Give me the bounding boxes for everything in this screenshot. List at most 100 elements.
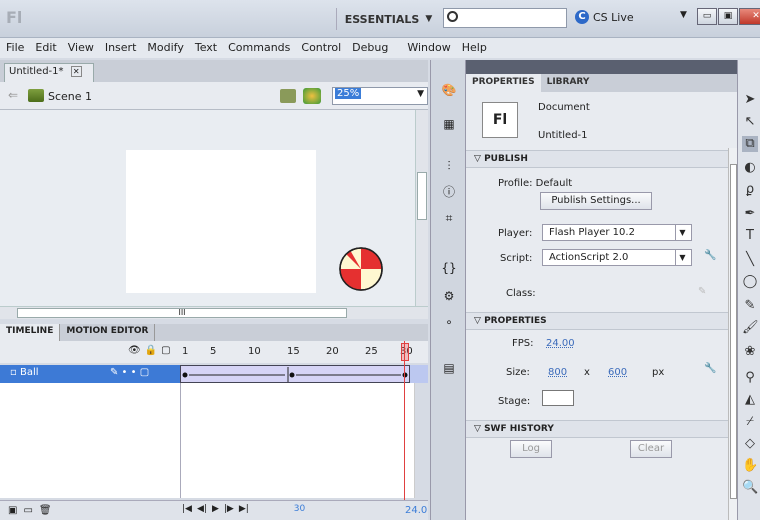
wrench-icon[interactable]: 🔧: [704, 363, 716, 374]
edit-symbols-icon[interactable]: [303, 88, 321, 104]
height-value[interactable]: 600: [608, 367, 627, 378]
publish-section-header[interactable]: ▽ PUBLISH: [466, 150, 728, 168]
actions-icon[interactable]: {}: [441, 260, 457, 276]
3d-rotation-tool-icon[interactable]: ◐: [742, 160, 758, 176]
cs-live-label: CS Live: [593, 10, 634, 24]
delete-icon[interactable]: 🗑: [39, 505, 52, 516]
menu-commands[interactable]: Commands: [222, 38, 295, 58]
menu-help[interactable]: Help: [456, 38, 492, 58]
ball-symbol[interactable]: [338, 246, 384, 292]
menu-edit[interactable]: Edit: [29, 38, 61, 58]
pen-tool-icon[interactable]: ✒: [742, 206, 758, 222]
menu-view[interactable]: View: [62, 38, 99, 58]
menu-modify[interactable]: Modify: [141, 38, 188, 58]
lock-icon[interactable]: 🔒: [145, 345, 157, 356]
step-forward-icon[interactable]: |▶: [224, 504, 234, 514]
properties-section-header[interactable]: ▽ PROPERTIES: [466, 312, 728, 330]
oval-tool-icon[interactable]: ◯: [742, 274, 758, 290]
stage-color-swatch[interactable]: [542, 390, 574, 406]
player-select[interactable]: Flash Player 10.2 ▼: [542, 224, 692, 241]
swf-history-section-header[interactable]: ▽ SWF HISTORY: [466, 420, 728, 438]
menu-control[interactable]: Control: [295, 38, 346, 58]
eraser-tool-icon[interactable]: ◇: [742, 436, 758, 452]
line-tool-icon[interactable]: ╲: [742, 252, 758, 268]
timeline-layers-area[interactable]: [0, 383, 415, 498]
properties-scrollbar[interactable]: [728, 148, 737, 520]
edit-scene-icon[interactable]: [280, 89, 296, 103]
tab-properties[interactable]: PROPERTIES: [466, 74, 541, 92]
selection-tool-icon[interactable]: ➤: [742, 92, 758, 108]
stage-area[interactable]: [0, 110, 415, 306]
cs-live-button[interactable]: C CS Live: [575, 10, 634, 24]
end-icon[interactable]: ▶|: [239, 504, 249, 514]
new-folder-icon[interactable]: ▭: [23, 505, 32, 516]
stage-vertical-scrollbar[interactable]: [415, 110, 428, 306]
back-arrow-icon[interactable]: ⇐: [8, 88, 18, 102]
free-transform-tool-icon[interactable]: ⧉: [742, 136, 758, 152]
menu-insert[interactable]: Insert: [99, 38, 142, 58]
scene-icon: [28, 89, 44, 102]
new-layer-icon[interactable]: ▣: [8, 505, 17, 516]
subselection-tool-icon[interactable]: ↖: [742, 114, 758, 130]
text-tool-icon[interactable]: T: [742, 228, 758, 244]
brush-tool-icon[interactable]: 🖌: [742, 320, 759, 336]
close-icon[interactable]: ✕: [70, 66, 82, 77]
color-icon[interactable]: 🎨: [441, 82, 457, 98]
close-button[interactable]: ✕: [739, 8, 760, 25]
menu-debug[interactable]: Debug: [346, 38, 393, 58]
script-select[interactable]: ActionScript 2.0 ▼: [542, 249, 692, 266]
components-icon[interactable]: ⚙: [441, 288, 457, 304]
eyedropper-tool-icon[interactable]: ⌿: [742, 414, 758, 430]
align-icon[interactable]: ⫶: [441, 158, 457, 174]
scrollbar-thumb[interactable]: III: [17, 308, 347, 318]
pencil-tool-icon[interactable]: ✎: [742, 298, 758, 314]
library-icon[interactable]: ▤: [441, 360, 457, 376]
document-tab[interactable]: Untitled-1* ✕: [4, 63, 94, 82]
play-icon[interactable]: ▶: [212, 504, 219, 514]
search-input[interactable]: [443, 8, 567, 28]
tab-motion-editor[interactable]: MOTION EDITOR: [60, 324, 156, 341]
step-back-icon[interactable]: ◀|: [197, 504, 207, 514]
deco-tool-icon[interactable]: ❀: [742, 344, 758, 360]
menu-window[interactable]: Window: [401, 38, 455, 58]
width-value[interactable]: 800: [548, 367, 567, 378]
hand-tool-icon[interactable]: ✋: [742, 458, 758, 474]
pencil-icon[interactable]: ✎: [698, 286, 706, 297]
info-icon[interactable]: ⓘ: [441, 184, 457, 200]
stage-horizontal-scrollbar[interactable]: III: [0, 306, 428, 319]
wrench-icon[interactable]: 🔧: [704, 250, 716, 261]
layer-name-cell[interactable]: ▫ Ball ✎ • • ▢: [0, 365, 180, 383]
scrollbar-thumb[interactable]: [417, 172, 427, 220]
zoom-tool-icon[interactable]: 🔍: [742, 480, 758, 496]
stage-canvas[interactable]: [126, 150, 316, 293]
log-button[interactable]: Log: [510, 440, 552, 458]
swatches-icon[interactable]: ▦: [441, 116, 457, 132]
outline-icon[interactable]: ▢: [161, 345, 170, 356]
menu-file[interactable]: File: [0, 38, 29, 58]
playhead-handle[interactable]: [401, 343, 409, 361]
timeline-footer: ▣ ▭ 🗑 |◀ ◀| ▶ |▶ ▶| 30 24.0: [0, 500, 428, 520]
clear-button[interactable]: Clear: [630, 440, 672, 458]
rewind-icon[interactable]: |◀: [182, 504, 192, 514]
fps-readout[interactable]: 24.0: [405, 505, 427, 516]
layer-frames[interactable]: [180, 365, 410, 383]
eye-icon[interactable]: 👁: [128, 345, 141, 356]
layer-row[interactable]: ▫ Ball ✎ • • ▢: [0, 365, 428, 383]
bone-tool-icon[interactable]: ⚲: [742, 370, 758, 386]
workspace-switcher[interactable]: ESSENTIALS ▼: [336, 8, 440, 30]
restore-button[interactable]: ▣: [718, 8, 738, 25]
publish-settings-button[interactable]: Publish Settings...: [540, 192, 652, 210]
tab-library[interactable]: LIBRARY: [541, 74, 596, 92]
motion-presets-icon[interactable]: ∘: [441, 314, 457, 330]
scrollbar-thumb[interactable]: [730, 164, 737, 499]
lasso-tool-icon[interactable]: ϼ: [742, 182, 758, 198]
paint-bucket-tool-icon[interactable]: ◭: [742, 392, 758, 408]
tab-timeline[interactable]: TIMELINE: [0, 324, 61, 341]
zoom-select[interactable]: 25% ▼: [332, 87, 428, 105]
frame-ruler[interactable]: 1 5 10 15 20 25 30: [180, 344, 413, 362]
minimize-button[interactable]: ▭: [697, 8, 717, 25]
chevron-down-icon[interactable]: ▼: [680, 10, 687, 20]
fps-value[interactable]: 24.00: [546, 338, 575, 349]
menu-text[interactable]: Text: [189, 38, 222, 58]
transform-icon[interactable]: ⌗: [441, 210, 457, 226]
